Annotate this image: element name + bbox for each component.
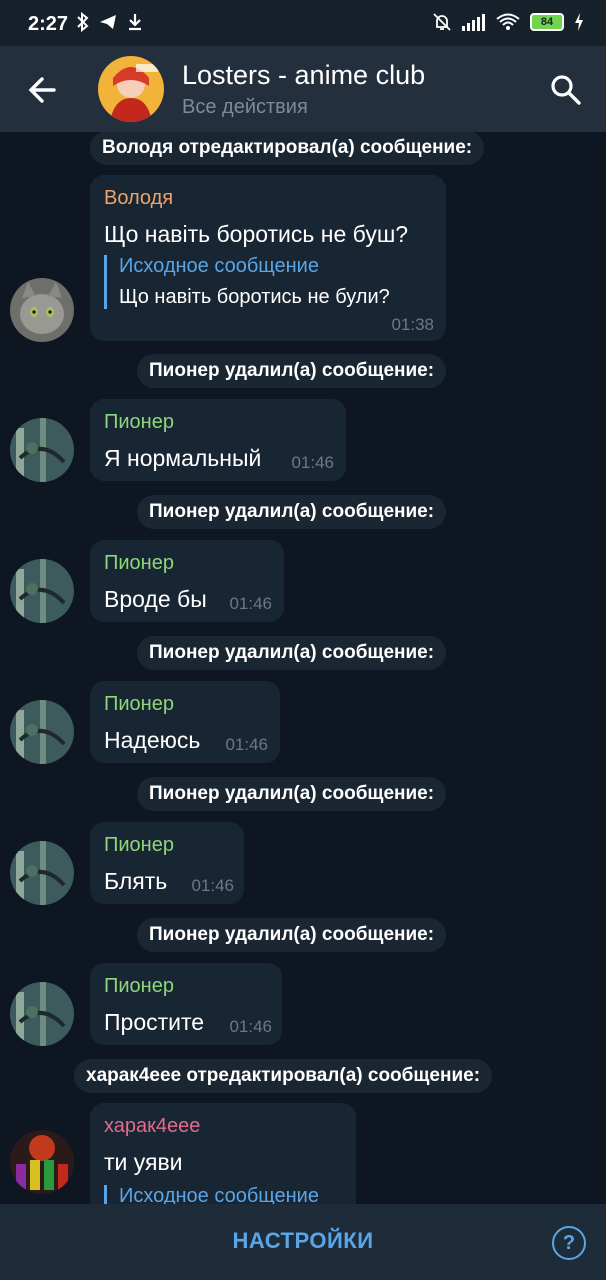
bluetooth-icon bbox=[77, 12, 89, 32]
sender-name: Пионер bbox=[104, 552, 174, 574]
system-message: Володя отредактировал(а) сообщение: bbox=[90, 132, 485, 165]
group-avatar[interactable] bbox=[98, 56, 164, 122]
system-message: харак4еее отредактировал(а) сообщение: bbox=[74, 1059, 493, 1093]
message-text: Вроде бы bbox=[104, 586, 207, 612]
message-bubble[interactable]: Пионер Я нормальный 01:46 bbox=[90, 399, 346, 481]
system-message: Пионер удалил(а) сообщение: bbox=[137, 495, 447, 529]
message-time: 01:46 bbox=[191, 876, 234, 895]
message-bubble[interactable]: Пионер Вроде бы 01:46 bbox=[90, 540, 284, 622]
message-text: Надеюсь bbox=[104, 727, 201, 753]
avatar[interactable] bbox=[10, 1130, 74, 1194]
bottom-bar: НАСТРОЙКИ ? bbox=[0, 1204, 606, 1280]
quote-title: Исходное сообщение bbox=[119, 1185, 319, 1204]
wifi-icon bbox=[496, 13, 520, 30]
avatar[interactable] bbox=[10, 841, 74, 905]
avatar[interactable] bbox=[10, 559, 74, 623]
sender-name: Володя bbox=[104, 187, 174, 209]
sender-name: Пионер bbox=[104, 411, 174, 433]
charging-icon bbox=[575, 13, 583, 31]
telegram-icon bbox=[100, 15, 116, 29]
message-text: Що навіть боротись не буш? bbox=[104, 221, 409, 247]
settings-button[interactable]: НАСТРОЙКИ bbox=[0, 1228, 606, 1254]
system-message: Пионер удалил(а) сообщение: bbox=[137, 918, 447, 952]
status-icons-left bbox=[76, 12, 144, 32]
status-bar: 2:27 84 bbox=[0, 0, 606, 46]
avatar[interactable] bbox=[10, 982, 74, 1046]
message-text: Я нормальный bbox=[104, 445, 262, 471]
sender-name: харак4еее bbox=[104, 1115, 201, 1137]
original-message-quote: Исходное сообщение bbox=[104, 1185, 319, 1204]
avatar[interactable] bbox=[10, 278, 74, 342]
bell-off-icon bbox=[433, 13, 451, 31]
message-bubble[interactable]: Пионер Простите 01:46 bbox=[90, 963, 282, 1045]
avatar[interactable] bbox=[10, 418, 74, 482]
message-text: Простите bbox=[104, 1009, 205, 1035]
message-time: 01:46 bbox=[291, 453, 334, 472]
battery-icon: 84 bbox=[530, 13, 564, 31]
message-text: Блять bbox=[104, 868, 168, 894]
signal-icon bbox=[462, 14, 485, 31]
system-message: Пионер удалил(а) сообщение: bbox=[137, 636, 447, 670]
sender-name: Пионер bbox=[104, 975, 174, 997]
system-message: Пионер удалил(а) сообщение: bbox=[137, 354, 447, 388]
message-time: 01:38 bbox=[391, 315, 434, 334]
original-message-quote: Исходное сообщение Що навіть боротись не… bbox=[104, 255, 390, 309]
message-time: 01:46 bbox=[229, 1017, 272, 1036]
message-bubble[interactable]: Пионер Надеюсь 01:46 bbox=[90, 681, 280, 763]
download-icon bbox=[129, 14, 141, 31]
message-text: ти уяви bbox=[104, 1149, 183, 1175]
sender-name: Пионер bbox=[104, 693, 174, 715]
chat-subtitle: Все действия bbox=[182, 96, 308, 118]
message-bubble[interactable]: харак4еее ти уяви Исходное сообщение bbox=[90, 1103, 356, 1204]
message-time: 01:46 bbox=[225, 735, 268, 754]
message-bubble[interactable]: Володя Що навіть боротись не буш? Исходн… bbox=[90, 175, 446, 341]
avatar[interactable] bbox=[10, 700, 74, 764]
chat-log[interactable]: Володя отредактировал(а) сообщение: Воло… bbox=[0, 132, 606, 1204]
system-message: Пионер удалил(а) сообщение: bbox=[137, 777, 447, 811]
back-arrow-icon[interactable] bbox=[24, 70, 64, 110]
help-icon[interactable]: ? bbox=[552, 1226, 586, 1260]
message-time: 01:46 bbox=[229, 594, 272, 613]
chat-title[interactable]: Losters - anime club bbox=[182, 60, 425, 91]
status-time: 2:27 bbox=[28, 13, 69, 35]
message-bubble[interactable]: Пионер Блять 01:46 bbox=[90, 822, 244, 904]
search-icon[interactable] bbox=[548, 72, 584, 108]
chat-header: Losters - anime club Все действия bbox=[0, 46, 606, 132]
sender-name: Пионер bbox=[104, 834, 174, 856]
quote-title: Исходное сообщение bbox=[119, 255, 319, 277]
status-icons-right: 84 bbox=[432, 12, 584, 32]
quote-text: Що навіть боротись не були? bbox=[119, 286, 390, 308]
